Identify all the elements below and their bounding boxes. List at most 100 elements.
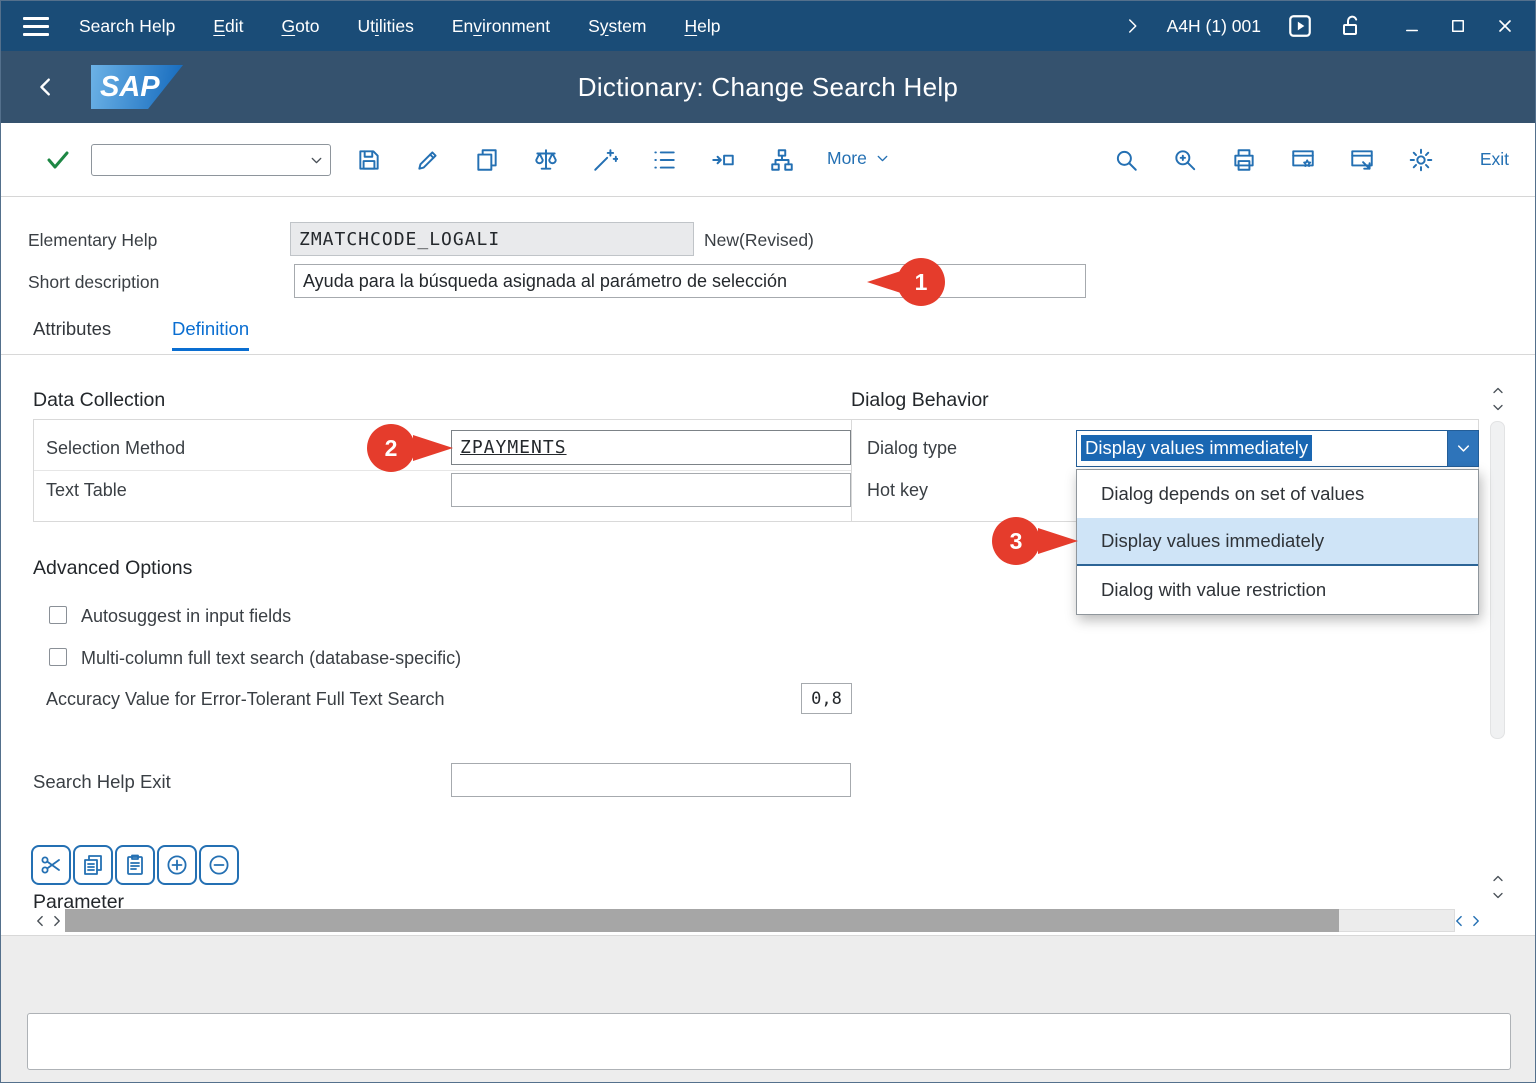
dialog-type-selected-value: Display values immediately [1081, 435, 1312, 461]
where-used-list-button[interactable] [646, 142, 682, 178]
scroll-down-icon[interactable] [1490, 889, 1506, 901]
menu-help[interactable]: Help [684, 16, 720, 37]
search-help-exit-label: Search Help Exit [33, 771, 171, 793]
sap-gui-window: Search Help Edit Goto Utilities Environm… [0, 0, 1536, 1083]
text-table-field [451, 473, 851, 507]
menu-bar: Search Help Edit Goto Utilities Environm… [1, 1, 1535, 51]
status-bar [27, 1013, 1511, 1070]
selection-method-label: Selection Method [46, 438, 185, 459]
menu-search-help[interactable]: Search Help [79, 16, 175, 37]
multicolumn-checkbox[interactable] [49, 648, 67, 666]
horizontal-scrollbar-thumb[interactable] [65, 909, 1339, 932]
vertical-scrollbar-thumb[interactable] [1490, 421, 1505, 739]
activate-icon [592, 147, 618, 173]
more-menu[interactable]: More [827, 148, 891, 169]
test-button[interactable] [705, 142, 741, 178]
menu-items: Search Help Edit Goto Utilities Environm… [79, 16, 720, 37]
more-chevron-icon [874, 150, 891, 167]
search-button[interactable] [1108, 142, 1144, 178]
hierarchy-button[interactable] [764, 142, 800, 178]
dialog-type-dropdown-button[interactable] [1447, 431, 1478, 466]
print-icon [1231, 147, 1257, 173]
revision-status: New(Revised) [704, 230, 814, 251]
tab-definition[interactable]: Definition [172, 318, 249, 351]
elementary-help-input[interactable] [291, 223, 693, 255]
minimize-button[interactable] [1403, 17, 1421, 35]
new-session-button[interactable] [1344, 142, 1380, 178]
paste-button[interactable] [115, 845, 155, 885]
cut-button[interactable] [31, 845, 71, 885]
elementary-help-field [290, 222, 694, 256]
data-collection-title: Data Collection [33, 389, 165, 412]
menu-utilities[interactable]: Utilities [357, 16, 413, 37]
short-description-field [294, 264, 1086, 298]
test-icon [710, 147, 736, 173]
text-table-input[interactable] [452, 474, 850, 506]
menubar-right: A4H (1) 001 [1123, 1, 1535, 51]
command-input[interactable] [96, 146, 296, 174]
tab-attributes[interactable]: Attributes [33, 318, 111, 348]
accuracy-field [801, 683, 852, 714]
scroll-right-icon[interactable] [1469, 913, 1482, 929]
scroll-up-icon[interactable] [1490, 873, 1506, 885]
remove-row-button[interactable] [199, 845, 239, 885]
accuracy-input[interactable] [802, 684, 851, 713]
menu-system[interactable]: System [588, 16, 646, 37]
settings-button[interactable] [1403, 142, 1439, 178]
dropdown-option-selected[interactable]: Display values immediately [1077, 518, 1478, 566]
close-button[interactable] [1495, 16, 1515, 36]
selection-method-input[interactable] [452, 431, 850, 464]
short-description-input[interactable] [295, 265, 1085, 297]
search-help-exit-field [451, 763, 851, 797]
scroll-left-icon[interactable] [34, 913, 47, 929]
menu-edit[interactable]: Edit [213, 16, 243, 37]
print-button[interactable] [1226, 142, 1262, 178]
dropdown-option[interactable]: Dialog with value restriction [1077, 566, 1478, 614]
consistency-check-button[interactable] [528, 142, 564, 178]
display-change-button[interactable] [410, 142, 446, 178]
favorites-button[interactable] [1285, 142, 1321, 178]
hamburger-menu-icon[interactable] [23, 17, 49, 36]
selection-method-field [451, 430, 851, 465]
callout-3: 3 [990, 517, 1078, 565]
scroll-right-icon[interactable] [50, 913, 63, 929]
save-icon [356, 147, 382, 173]
advanced-options-title: Advanced Options [33, 557, 192, 580]
cut-icon [39, 853, 63, 877]
toolbar-right-icons [1108, 142, 1439, 178]
copy-rows-button[interactable] [73, 845, 113, 885]
callout-arrow [1038, 528, 1078, 554]
scroll-left-icon[interactable] [1453, 913, 1466, 929]
tabs-divider [1, 354, 1536, 355]
dialog-type-label: Dialog type [867, 438, 957, 459]
display-change-icon [415, 147, 441, 173]
overflow-chevron-icon[interactable] [1123, 16, 1141, 36]
search-help-exit-input[interactable] [452, 764, 850, 796]
menu-environment[interactable]: Environment [452, 16, 550, 37]
save-button[interactable] [351, 142, 387, 178]
search-more-button[interactable] [1167, 142, 1203, 178]
hierarchy-icon [769, 147, 795, 173]
dialog-behavior-title: Dialog Behavior [851, 389, 989, 412]
exit-button[interactable]: Exit [1480, 149, 1509, 170]
menu-goto[interactable]: Goto [281, 16, 319, 37]
dialog-type-combobox[interactable]: Display values immediately [1076, 430, 1479, 467]
where-used-list-icon [651, 147, 677, 173]
paste-icon [123, 853, 147, 877]
copy-object-button[interactable] [469, 142, 505, 178]
scroll-up-icon[interactable] [1490, 385, 1506, 397]
activate-button[interactable] [587, 142, 623, 178]
data-collection-row-divider [34, 470, 858, 471]
gui-scripting-icon[interactable] [1287, 13, 1313, 39]
scroll-down-icon[interactable] [1490, 401, 1506, 413]
accuracy-label: Accuracy Value for Error-Tolerant Full T… [46, 689, 445, 710]
maximize-button[interactable] [1449, 17, 1467, 35]
dropdown-option[interactable]: Dialog depends on set of values [1077, 470, 1478, 518]
autosuggest-checkbox[interactable] [49, 606, 67, 624]
security-unlocked-icon[interactable] [1339, 13, 1363, 39]
search-more-icon [1172, 147, 1198, 173]
back-button[interactable] [35, 73, 57, 101]
add-row-button[interactable] [157, 845, 197, 885]
command-dropdown-icon[interactable] [308, 152, 325, 169]
confirm-check-button[interactable] [43, 148, 73, 172]
